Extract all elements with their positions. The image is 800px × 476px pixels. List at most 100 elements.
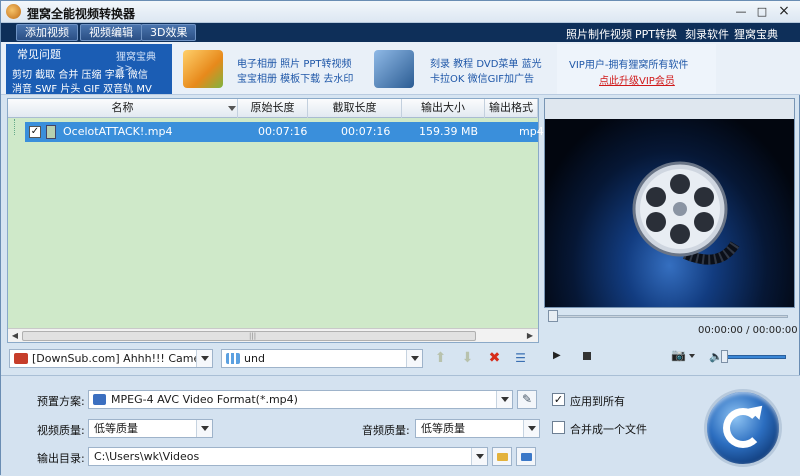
subtitle-select[interactable]: [DownSub.com] Ahhh!!! Camel S... <box>9 349 213 368</box>
effect-3d-button[interactable]: 3D效果 <box>141 24 197 41</box>
subtitle-select-value: [DownSub.com] Ahhh!!! Camel S... <box>32 352 213 365</box>
merge-files-checkbox[interactable] <box>552 421 565 434</box>
video-quality-label: 视频质量: <box>37 424 85 437</box>
audio-track-icon <box>226 353 240 364</box>
chevron-down-icon[interactable] <box>471 448 487 465</box>
file-name: OcelotATTACK!.mp4 <box>63 125 173 138</box>
column-header-output-format[interactable]: 输出格式 <box>485 99 538 118</box>
file-list-panel: 名称 原始长度 截取长度 输出大小 输出格式 ✓ OcelotATTACK!.m… <box>7 98 544 343</box>
preset-select[interactable]: MPEG-4 AVC Video Format(*.mp4) <box>88 390 513 409</box>
audio-quality-value: 低等质量 <box>421 422 465 435</box>
promo-album-line-2[interactable]: 宝宝相册 模板下载 去水印 <box>237 70 353 85</box>
title-bar: 狸窝全能视频转换器 — □ × <box>1 1 800 23</box>
close-button[interactable]: × <box>775 4 793 20</box>
vip-upgrade-link[interactable]: 点此升级VIP会员 <box>599 72 675 87</box>
horizontal-scrollbar[interactable]: ◀ ||| ▶ <box>8 328 538 342</box>
apply-all-checkbox[interactable]: ✓ <box>552 393 565 406</box>
liwo-guide-link[interactable]: 狸窝宝典 <box>734 26 778 42</box>
volume-handle[interactable] <box>721 350 728 363</box>
photo-video-link[interactable]: 照片制作视频 <box>566 26 632 42</box>
promo-burn-line-1[interactable]: 刻录 教程 DVD菜单 蓝光 <box>430 55 542 70</box>
edit-video-button[interactable]: 视频编辑 <box>80 24 142 41</box>
output-dir-label: 输出目录: <box>37 452 85 465</box>
seek-track[interactable] <box>548 315 788 318</box>
track-bar: [DownSub.com] Ahhh!!! Camel S... und ⬆ ⬇… <box>7 345 539 371</box>
output-size: 159.39 MB <box>419 125 479 138</box>
video-preview <box>544 98 795 308</box>
delete-icon[interactable]: ✖ <box>486 350 503 367</box>
move-down-icon[interactable]: ⬇ <box>459 350 476 367</box>
faq-topics-row-1[interactable]: 剪切 截取 合并 压缩 字幕 微信 <box>12 66 148 81</box>
scrollbar-thumb[interactable]: ||| <box>22 331 476 341</box>
app-logo-icon <box>6 4 21 19</box>
minimize-button[interactable]: — <box>732 4 750 20</box>
output-settings: 预置方案: MPEG-4 AVC Video Format(*.mp4) ✎ 视… <box>1 375 800 476</box>
table-row[interactable]: ✓ OcelotATTACK!.mp4 00:07:16 00:07:16 15… <box>25 122 544 142</box>
toolbar: 添加视频 视频编辑 3D效果 照片制作视频 PPT转换 刻录软件 狸窝宝典 <box>1 23 800 42</box>
subtitle-icon <box>14 353 28 364</box>
faq-topics-row-2[interactable]: 消音 SWF 片头 GIF 双音轨 MV <box>12 80 152 95</box>
dvd-promo-icon[interactable] <box>374 50 414 88</box>
chevron-down-icon[interactable] <box>406 350 422 367</box>
tree-line <box>14 119 15 135</box>
browse-folder-icon[interactable] <box>492 447 512 466</box>
add-video-button[interactable]: 添加视频 <box>16 24 78 41</box>
output-dir-value: C:\Users\wk\Videos <box>94 450 200 463</box>
open-folder-icon[interactable] <box>516 447 536 466</box>
volume-slider[interactable] <box>724 355 786 359</box>
promo-album-line-1[interactable]: 电子相册 照片 PPT转视频 <box>237 55 352 70</box>
promo-burn-line-2[interactable]: 卡拉OK 微信GIF加广告 <box>430 70 534 85</box>
column-header-name[interactable]: 名称 <box>8 99 238 118</box>
camera-icon[interactable]: 📷 <box>671 349 687 362</box>
play-icon[interactable]: ▶ <box>553 350 565 362</box>
burn-software-link[interactable]: 刻录软件 <box>685 26 729 42</box>
audio-track-select[interactable]: und <box>221 349 423 368</box>
column-header-output-size[interactable]: 输出大小 <box>402 99 485 118</box>
scroll-right-icon[interactable]: ▶ <box>524 330 536 342</box>
vip-description: VIP用户-拥有狸窝所有软件 <box>569 60 689 71</box>
ppt-convert-link[interactable]: PPT转换 <box>635 26 677 42</box>
scroll-left-icon[interactable]: ◀ <box>9 330 21 342</box>
vip-panel: VIP用户-拥有狸窝所有软件 点此升级VIP会员 <box>557 44 716 94</box>
faq-panel: 常见问题 狸窝宝典>> 剪切 截取 合并 压缩 字幕 微信 消音 SWF 片头 … <box>6 44 172 95</box>
video-quality-select[interactable]: 低等质量 <box>88 419 213 438</box>
chevron-down-icon[interactable] <box>196 350 212 367</box>
maximize-button[interactable]: □ <box>753 4 771 20</box>
video-format-icon <box>93 394 106 405</box>
audio-track-value: und <box>244 352 265 365</box>
preview-header <box>545 99 794 119</box>
window-title: 狸窝全能视频转换器 <box>27 7 136 21</box>
film-reel-icon <box>632 161 740 265</box>
output-dir-select[interactable]: C:\Users\wk\Videos <box>88 447 488 466</box>
time-readout: 00:00:00 / 00:00:00 <box>698 325 798 336</box>
settings-wrench-icon[interactable]: ✎ <box>517 390 537 409</box>
preset-value: MPEG-4 AVC Video Format(*.mp4) <box>111 393 298 406</box>
preset-label: 预置方案: <box>37 395 85 408</box>
audio-quality-select[interactable]: 低等质量 <box>415 419 540 438</box>
video-file-icon <box>46 125 56 139</box>
seek-handle[interactable] <box>548 310 558 322</box>
move-up-icon[interactable]: ⬆ <box>432 350 449 367</box>
ppt-promo-icon[interactable] <box>183 50 223 88</box>
chevron-down-icon[interactable] <box>689 354 695 358</box>
file-list-header: 名称 原始长度 截取长度 输出大小 输出格式 <box>8 99 538 118</box>
app-window: 狸窝全能视频转换器 — □ × 添加视频 视频编辑 3D效果 照片制作视频 PP… <box>0 0 800 476</box>
chevron-down-icon[interactable] <box>196 420 212 437</box>
output-format: mp4 <box>519 125 544 138</box>
clip-length[interactable]: 00:07:16 <box>341 125 390 138</box>
stop-icon[interactable] <box>583 352 591 360</box>
chevron-down-icon[interactable] <box>523 420 539 437</box>
ad-banner: 常见问题 狸窝宝典>> 剪切 截取 合并 压缩 字幕 微信 消音 SWF 片头 … <box>1 42 800 95</box>
column-header-clip-length[interactable]: 截取长度 <box>308 99 402 118</box>
chevron-down-icon[interactable] <box>496 391 512 408</box>
merge-files-label[interactable]: 合并成一个文件 <box>570 421 647 437</box>
sort-arrow-icon <box>228 106 236 111</box>
clear-list-icon[interactable]: ☰ <box>512 350 529 367</box>
seek-bar[interactable] <box>544 309 795 323</box>
video-quality-value: 低等质量 <box>94 422 138 435</box>
apply-all-label[interactable]: 应用到所有 <box>570 393 625 409</box>
row-checkbox[interactable]: ✓ <box>29 126 41 138</box>
scrollbar-grip: ||| <box>249 332 257 340</box>
convert-button[interactable] <box>704 389 782 467</box>
column-header-original-length[interactable]: 原始长度 <box>238 99 308 118</box>
